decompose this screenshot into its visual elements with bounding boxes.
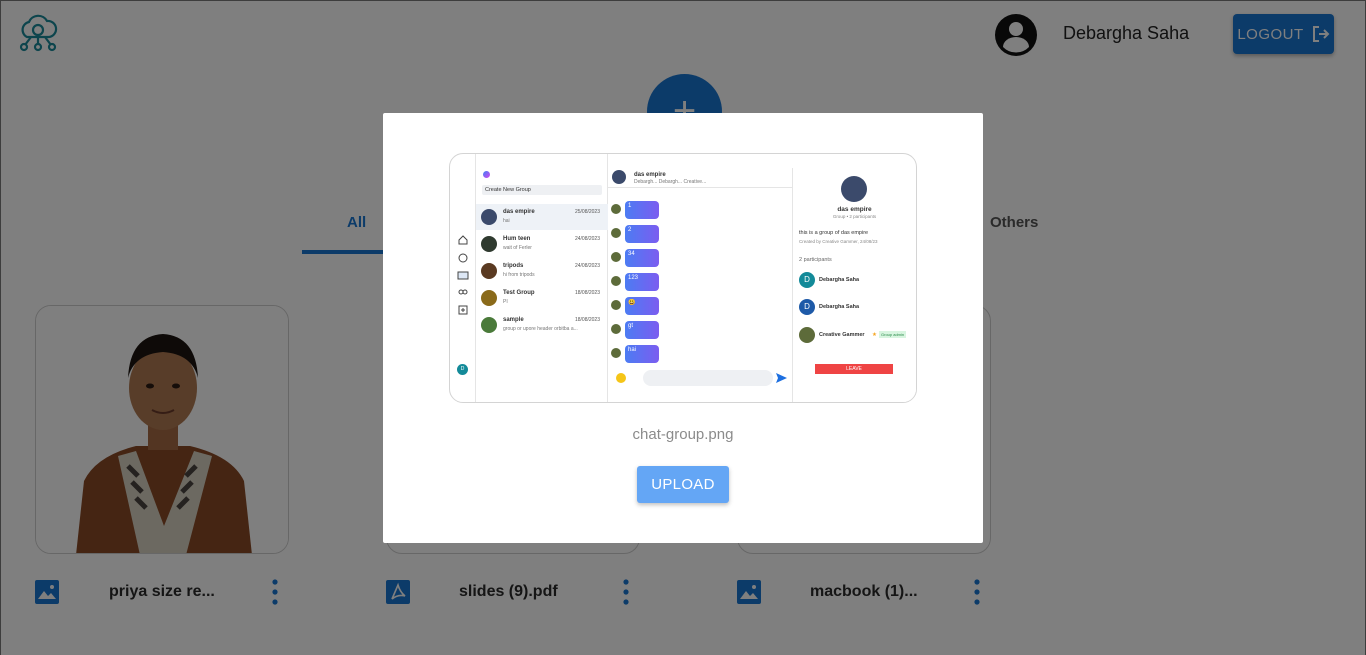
preview-user-badge: D [457,364,468,375]
preview-create-group: Create New Group [482,185,602,195]
preview-chat-pane: das empire Debargh... Debargh... Creativ… [608,154,792,402]
preview-message: hai [625,345,659,363]
preview-chat-header: das empire Debargh... Debargh... Creativ… [608,154,792,188]
send-icon [776,373,787,383]
preview-message: 34 [625,249,659,267]
preview-message: 123 [625,273,659,291]
preview-group-info: das empire Group • 2 participants this i… [792,168,916,402]
upload-dialog: D Create New Group das empire hai 25/08/… [383,113,983,543]
preview-message: 😃 [625,297,659,315]
upload-button[interactable]: UPLOAD [637,466,729,503]
preview-message: gt [625,321,659,339]
preview-message: 2 [625,225,659,243]
messenger-icon [483,171,490,178]
preview-chat-list: Create New Group das empire hai 25/08/20… [476,154,608,402]
preview-rail: D [450,154,476,402]
preview-image: D Create New Group das empire hai 25/08/… [450,154,916,402]
preview-chat-item: Hum teen wait of Ferler 24/08/2023 [476,231,608,257]
file-preview: D Create New Group das empire hai 25/08/… [449,153,917,403]
emoji-icon [616,373,626,383]
preview-nav-icons [457,235,469,315]
preview-leave-button: LEAVE [815,364,893,374]
preview-chat-item: tripods hi from tripods 24/08/2023 [476,258,608,284]
selected-file-name: chat-group.png [632,426,734,443]
preview-chat-item: sample group or upore header orbitba a..… [476,312,608,338]
preview-message: 1 [625,201,659,219]
preview-chat-item: das empire hai 25/08/2023 [476,204,608,230]
preview-chat-item: Test Group PI 18/08/2023 [476,285,608,311]
preview-message-input [643,370,773,386]
